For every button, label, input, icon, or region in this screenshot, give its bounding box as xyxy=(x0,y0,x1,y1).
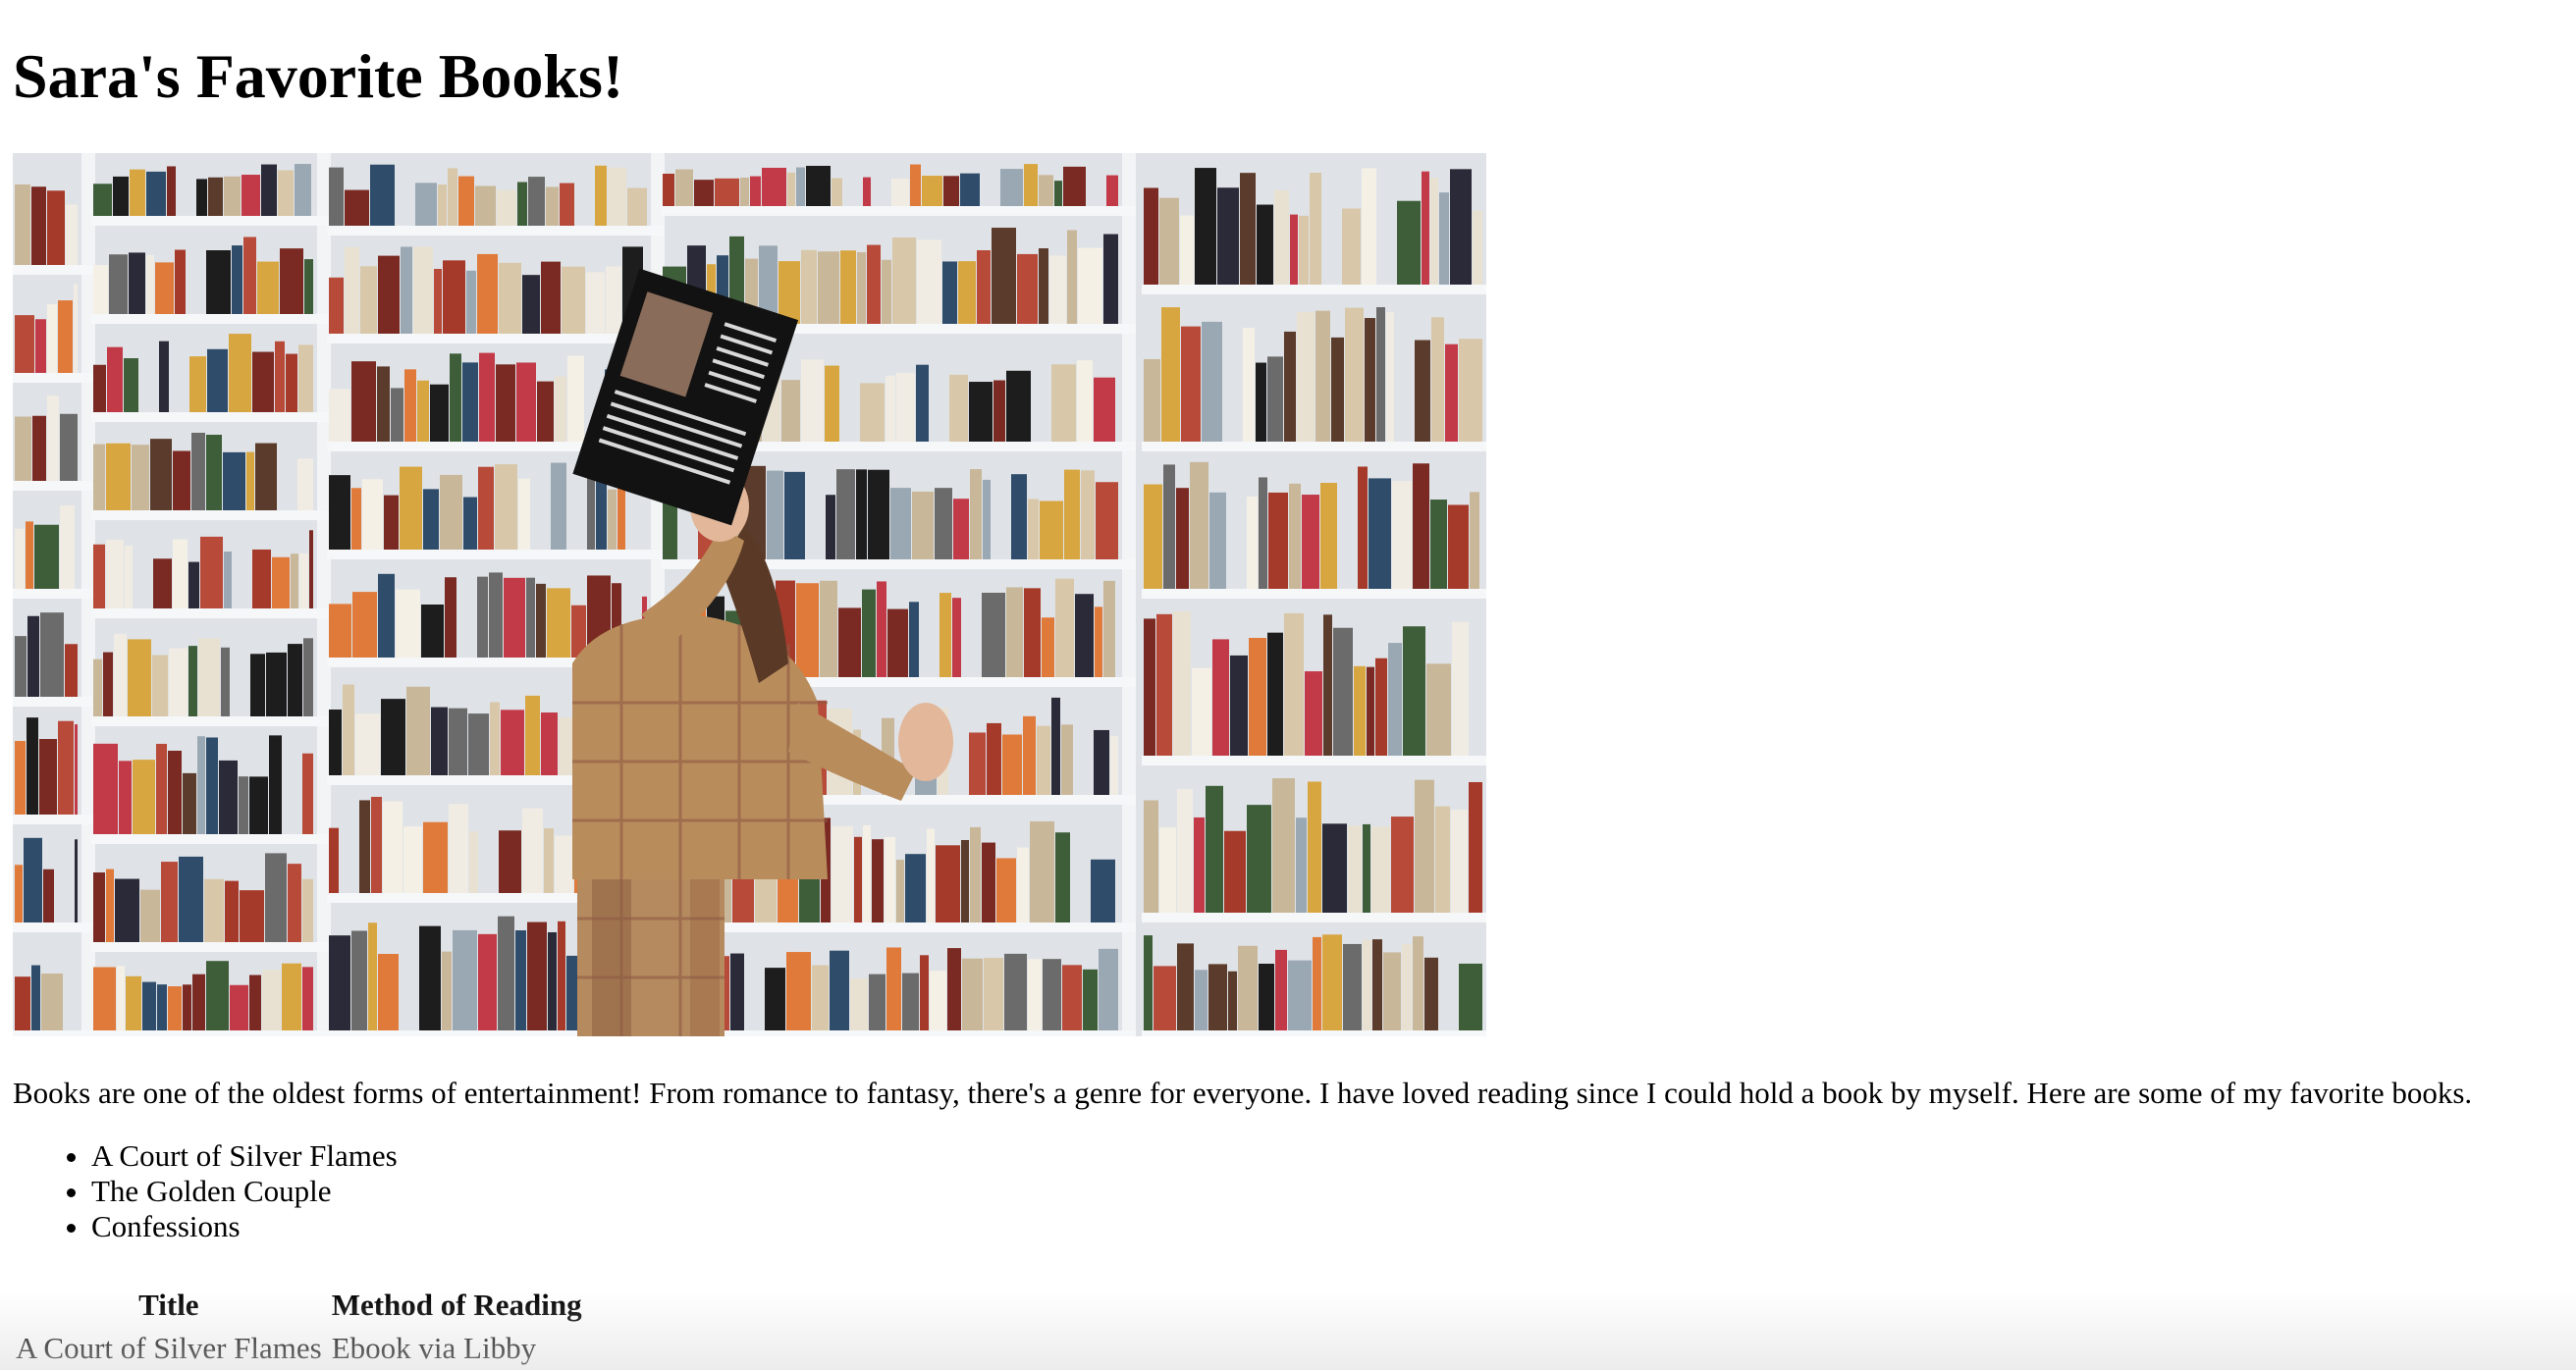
favorite-books-list: A Court of Silver Flames The Golden Coup… xyxy=(13,1138,2563,1244)
intro-paragraph: Books are one of the oldest forms of ent… xyxy=(13,1076,2473,1110)
page-title: Sara's Favorite Books! xyxy=(13,41,624,111)
column-header-method: Method of Reading xyxy=(331,1288,582,1322)
reading-table: Title Method of Reading A Court of Silve… xyxy=(9,1282,589,1370)
table-cell-title: A Court of Silver Flames xyxy=(16,1331,322,1365)
column-header-title: Title xyxy=(138,1288,199,1322)
table-cell-method: Ebook via Libby xyxy=(331,1331,537,1365)
page: Sara's Favorite Books! Books are one of … xyxy=(0,0,2576,1370)
list-item: The Golden Couple xyxy=(91,1174,2563,1209)
table-row: A Court of Silver Flames Ebook via Libby xyxy=(13,1329,585,1368)
list-item: A Court of Silver Flames xyxy=(91,1138,2563,1174)
bookshelf-illustration xyxy=(13,153,1486,1036)
table-header-row: Title Method of Reading xyxy=(13,1286,585,1325)
bookshelf-photo xyxy=(13,153,1486,1036)
list-item: Confessions xyxy=(91,1209,2563,1244)
